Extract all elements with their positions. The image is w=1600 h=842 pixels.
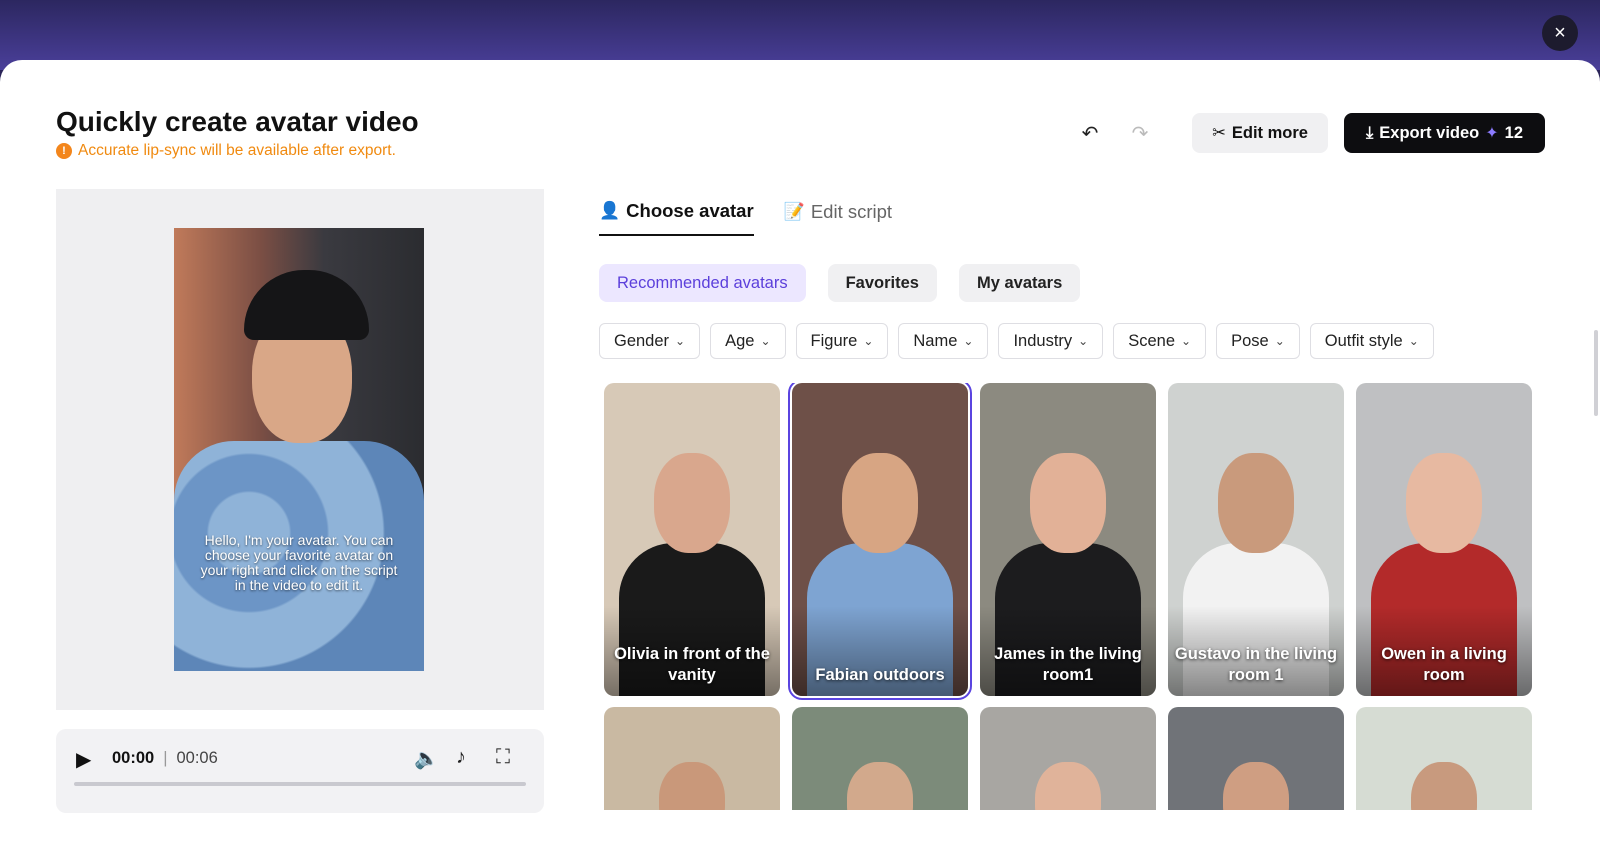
chevron-down-icon: ⌄	[760, 334, 771, 348]
avatar-icon: 👤	[599, 201, 621, 220]
filter-figure[interactable]: Figure ⌄	[795, 323, 889, 359]
avatar-card[interactable]	[792, 707, 968, 810]
chevron-down-icon: ⌄	[1078, 334, 1089, 348]
filter-industry[interactable]: Industry ⌄	[998, 323, 1104, 359]
chevron-down-icon: ⌄	[963, 334, 974, 348]
avatar-card-label: Fabian outdoors	[815, 666, 945, 684]
avatar-category-chips: Recommended avatars Favorites My avatars	[599, 264, 1081, 302]
time-separator: |	[163, 749, 168, 767]
scrollbar[interactable]	[1594, 330, 1598, 416]
avatar-card[interactable]: James in the living room1	[980, 383, 1156, 696]
redo-icon[interactable]: ↷	[1120, 113, 1160, 153]
export-credits: 12	[1504, 123, 1523, 142]
avatar-card[interactable]: Gustavo in the living room 1	[1168, 383, 1344, 696]
chevron-down-icon: ⌄	[1181, 334, 1192, 348]
chevron-down-icon: ⌄	[1274, 334, 1285, 348]
avatar-card[interactable]: Fabian outdoors	[788, 383, 972, 700]
filter-label: Gender	[614, 331, 670, 350]
avatar-card[interactable]	[604, 707, 780, 810]
avatar-video-modal: Quickly create avatar video ! Accurate l…	[0, 60, 1600, 842]
scissors-icon: ✂	[1212, 124, 1226, 142]
chevron-down-icon: ⌄	[675, 334, 686, 348]
avatar-grid: Olivia in front of the vanity Fabian outd…	[604, 383, 1534, 810]
script-icon: 📝	[783, 202, 805, 221]
avatar-card-label: James in the living room1	[994, 645, 1142, 684]
filter-gender[interactable]: Gender ⌄	[599, 323, 701, 359]
avatar-video[interactable]: Hello, I'm your avatar. You can choose y…	[174, 228, 424, 671]
chip-my-avatars[interactable]: My avatars	[958, 264, 1081, 302]
filter-name[interactable]: Name ⌄	[898, 323, 989, 359]
fullscreen-icon[interactable]: ⛶	[496, 746, 510, 769]
progress-bar[interactable]	[74, 782, 526, 786]
filter-age[interactable]: Age ⌄	[710, 323, 786, 359]
undo-icon[interactable]: ↶	[1070, 113, 1110, 153]
avatar-cap	[244, 270, 369, 340]
filter-label: Scene	[1128, 331, 1176, 350]
tab-edit-script[interactable]: 📝 Edit script	[784, 200, 892, 236]
avatar-thumbnail-head	[1030, 453, 1106, 553]
page-title: Quickly create avatar video	[56, 106, 419, 137]
sparkle-icon: ✦	[1485, 125, 1499, 142]
avatar-card-label: Owen in a living room	[1381, 645, 1507, 684]
edit-more-label: Edit more	[1231, 123, 1308, 142]
avatar-thumbnail-head	[1218, 453, 1294, 553]
edit-more-button[interactable]: ✂ Edit more	[1192, 113, 1328, 153]
tab-choose-avatar[interactable]: 👤 Choose avatar	[599, 200, 754, 236]
filter-label: Age	[725, 331, 755, 350]
filter-label: Figure	[810, 331, 858, 350]
avatar-card-label: Olivia in front of the vanity	[614, 645, 770, 684]
top-actions: ↶ ↷ ✂ Edit more ⤓ Export video ✦ 12	[1070, 113, 1545, 153]
filter-label: Industry	[1013, 331, 1073, 350]
play-icon[interactable]: ▶	[76, 747, 91, 772]
avatar-card[interactable]: Owen in a living room	[1356, 383, 1532, 696]
tab-label: Edit script	[810, 201, 893, 222]
warning-icon: !	[56, 143, 72, 159]
export-label: Export video	[1379, 123, 1480, 142]
avatar-card[interactable]	[1168, 707, 1344, 810]
lipsync-warning: ! Accurate lip-sync will be available af…	[56, 142, 396, 160]
tab-label: Choose avatar	[626, 200, 754, 221]
chevron-down-icon: ⌄	[863, 334, 874, 348]
tab-bar: 👤 Choose avatar 📝 Edit script	[599, 200, 892, 236]
video-player-controls: ▶ 00:00 | 00:06 🔈 ♪ ⛶	[56, 729, 544, 813]
avatar-card[interactable]: Olivia in front of the vanity	[604, 383, 780, 696]
avatar-thumbnail-head	[842, 453, 918, 553]
chip-favorites[interactable]: Favorites	[827, 264, 937, 302]
chevron-down-icon: ⌄	[1408, 334, 1419, 348]
current-time: 00:00	[112, 749, 155, 767]
avatar-thumbnail-head	[1406, 453, 1482, 553]
avatar-card[interactable]	[980, 707, 1156, 810]
filter-pose[interactable]: Pose ⌄	[1216, 323, 1300, 359]
avatar-thumbnail-head	[654, 453, 730, 553]
volume-icon[interactable]: 🔈	[414, 746, 439, 771]
chip-recommended[interactable]: Recommended avatars	[599, 264, 806, 302]
video-caption[interactable]: Hello, I'm your avatar. You can choose y…	[196, 533, 402, 593]
avatar-card-label: Gustavo in the living room 1	[1174, 645, 1338, 684]
export-video-button[interactable]: ⤓ Export video ✦ 12	[1344, 113, 1545, 153]
avatar-card[interactable]	[1356, 707, 1532, 810]
video-preview: Hello, I'm your avatar. You can choose y…	[56, 189, 544, 710]
filter-scene[interactable]: Scene ⌄	[1113, 323, 1207, 359]
filter-bar: Gender ⌄ Age ⌄ Figure ⌄ Name ⌄ Industry ⌄ Sce…	[599, 323, 1434, 359]
filter-label: Name	[913, 331, 958, 350]
close-icon[interactable]: ×	[1542, 15, 1578, 51]
time-display: 00:00 | 00:06	[112, 749, 218, 768]
download-icon: ⤓	[1366, 123, 1374, 142]
filter-outfit-style[interactable]: Outfit style ⌄	[1309, 323, 1434, 359]
warning-text: Accurate lip-sync will be available afte…	[78, 142, 396, 159]
tiktok-icon[interactable]: ♪	[456, 746, 466, 769]
filter-label: Outfit style	[1324, 331, 1403, 350]
filter-label: Pose	[1231, 331, 1269, 350]
duration: 00:06	[176, 749, 218, 767]
